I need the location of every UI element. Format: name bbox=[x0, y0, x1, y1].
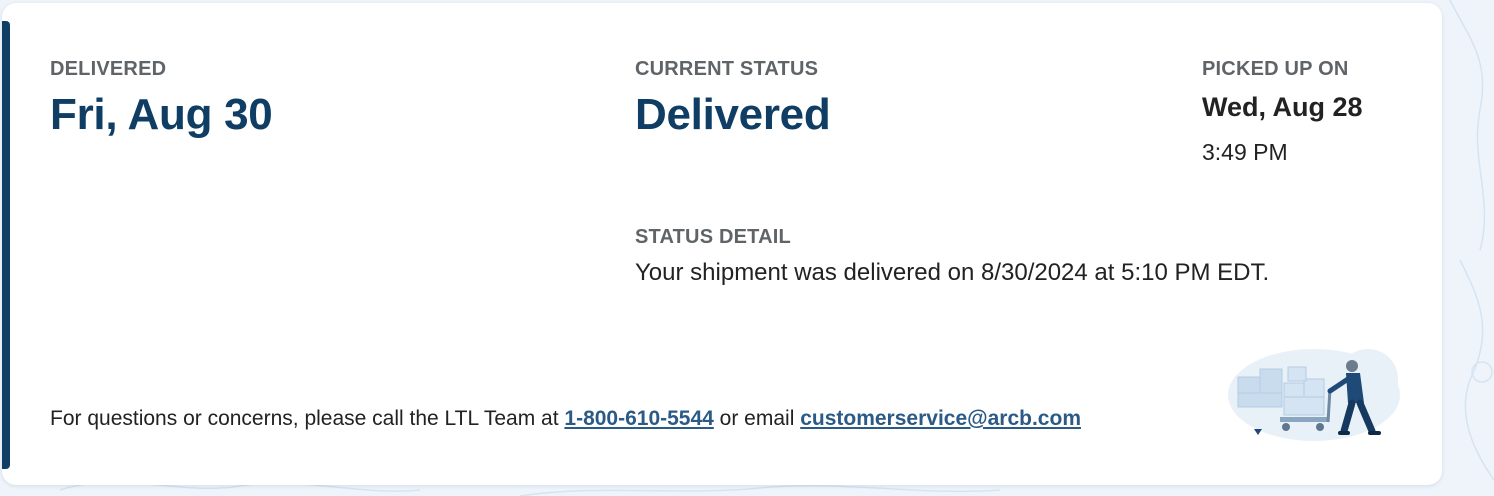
status-detail-text: Your shipment was delivered on 8/30/2024… bbox=[635, 259, 1270, 286]
picked-up-date: Wed, Aug 28 bbox=[1202, 92, 1363, 122]
picked-up-label: PICKED UP ON bbox=[1202, 58, 1349, 80]
status-detail-label: STATUS DETAIL bbox=[635, 226, 791, 248]
delivered-label: DELIVERED bbox=[50, 58, 167, 80]
delivery-worker-illustration bbox=[1228, 349, 1400, 441]
shipment-status-card: DELIVERED Fri, Aug 30 CURRENT STATUS Del… bbox=[2, 3, 1442, 485]
delivered-date: Fri, Aug 30 bbox=[50, 90, 273, 139]
email-link[interactable]: customerservice@arcb.com bbox=[800, 407, 1081, 430]
footer-prefix: For questions or concerns, please call t… bbox=[50, 407, 565, 430]
accent-bar bbox=[2, 21, 10, 469]
picked-up-time: 3:49 PM bbox=[1202, 139, 1288, 165]
phone-link[interactable]: 1-800-610-5544 bbox=[564, 407, 713, 430]
contact-footer: For questions or concerns, please call t… bbox=[50, 407, 1081, 431]
footer-middle: or email bbox=[713, 407, 801, 430]
current-status-value: Delivered bbox=[635, 90, 831, 139]
current-status-label: CURRENT STATUS bbox=[635, 58, 819, 80]
